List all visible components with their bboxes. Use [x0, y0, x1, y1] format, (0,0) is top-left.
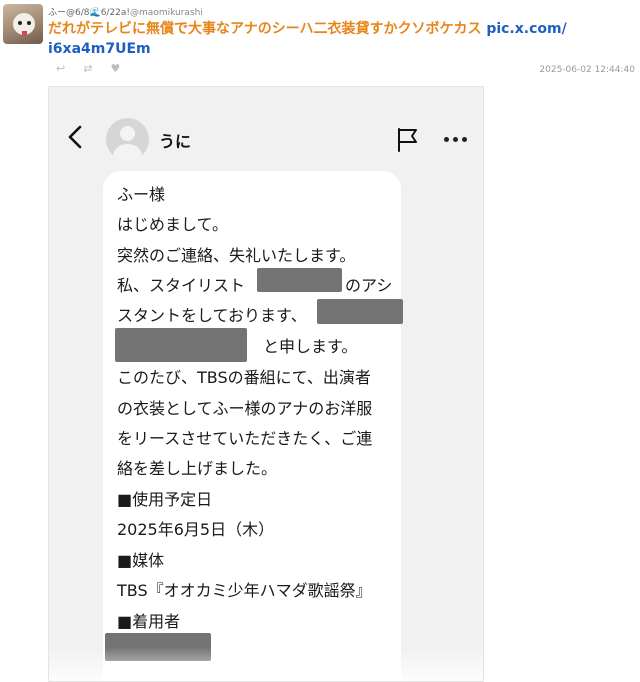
message-line: はじめまして。	[117, 215, 229, 234]
message-line: ■着用者	[117, 612, 181, 631]
retweet-icon[interactable]: ⇄	[83, 62, 92, 75]
tweet-timestamp: 2025-06-02 12:44:40	[539, 65, 635, 75]
message-line: の衣装としてふー様のアナのお洋服	[117, 399, 373, 418]
like-icon[interactable]: ♥	[110, 62, 120, 75]
redaction-block	[115, 328, 247, 362]
redaction-block	[257, 268, 342, 292]
attached-screenshot[interactable]: うに ふー様 はじめまして。 突然のご連絡、失礼いたします。 私、スタイリスト …	[48, 86, 484, 682]
message-line: のアシ	[345, 276, 393, 295]
tweet-link-part1[interactable]: pic.x.com/	[486, 21, 566, 37]
user-handle[interactable]: @maomikurashi	[130, 8, 203, 18]
more-dot	[444, 137, 449, 142]
tweet-actions: ↩ ⇄ ♥	[56, 62, 120, 75]
avatar-eye-right	[27, 21, 31, 25]
user-avatar[interactable]	[3, 4, 43, 44]
message-line: このたび、TBSの番組にて、出演者	[117, 368, 371, 387]
message-line: ■媒体	[117, 551, 165, 570]
avatar-body-shape	[113, 144, 142, 161]
more-dot	[453, 137, 458, 142]
message-line: 絡を差し上げました。	[117, 459, 278, 478]
tweet-link-part2[interactable]: i6xa4m7UEm	[48, 41, 151, 57]
tweet-body: だれがテレビに無償で大事なアナのシーハ二衣装貸すかクソボケカス	[48, 21, 487, 37]
back-arrow-icon[interactable]	[65, 124, 87, 150]
more-options-icon[interactable]	[444, 137, 467, 142]
message-line: 突然のご連絡、失礼いたします。	[117, 246, 356, 265]
message-line: 2025年6月5日（木）	[117, 520, 275, 539]
tweet-text: だれがテレビに無償で大事なアナのシーハ二衣装貸すかクソボケカス pic.x.co…	[48, 19, 623, 59]
reply-icon[interactable]: ↩	[56, 62, 65, 75]
contact-avatar[interactable]	[106, 118, 149, 161]
avatar-head-shape	[120, 126, 135, 141]
redaction-block	[317, 299, 403, 324]
user-name[interactable]: ふー@6/8🌊6/22a!	[48, 8, 130, 18]
screenshot-crop-fade	[49, 647, 483, 681]
more-dot	[462, 137, 467, 142]
message-line: ふー様	[117, 185, 166, 204]
avatar-eye-left	[18, 21, 22, 25]
message-line: 私、スタイリスト	[117, 276, 246, 295]
message-line: をリースさせていただきたく、ご連	[117, 429, 373, 448]
message-line: と申します。	[263, 337, 358, 356]
message-line: スタントをしております、	[117, 306, 307, 325]
contact-name: うに	[159, 132, 192, 151]
avatar-tongue	[22, 31, 27, 36]
user-line: ふー@6/8🌊6/22a!@maomikurashi	[48, 5, 203, 18]
message-line: TBS『オオカミ少年ハマダ歌謡祭』	[117, 581, 372, 600]
flag-icon[interactable]	[396, 127, 420, 153]
message-line: ■使用予定日	[117, 490, 213, 509]
